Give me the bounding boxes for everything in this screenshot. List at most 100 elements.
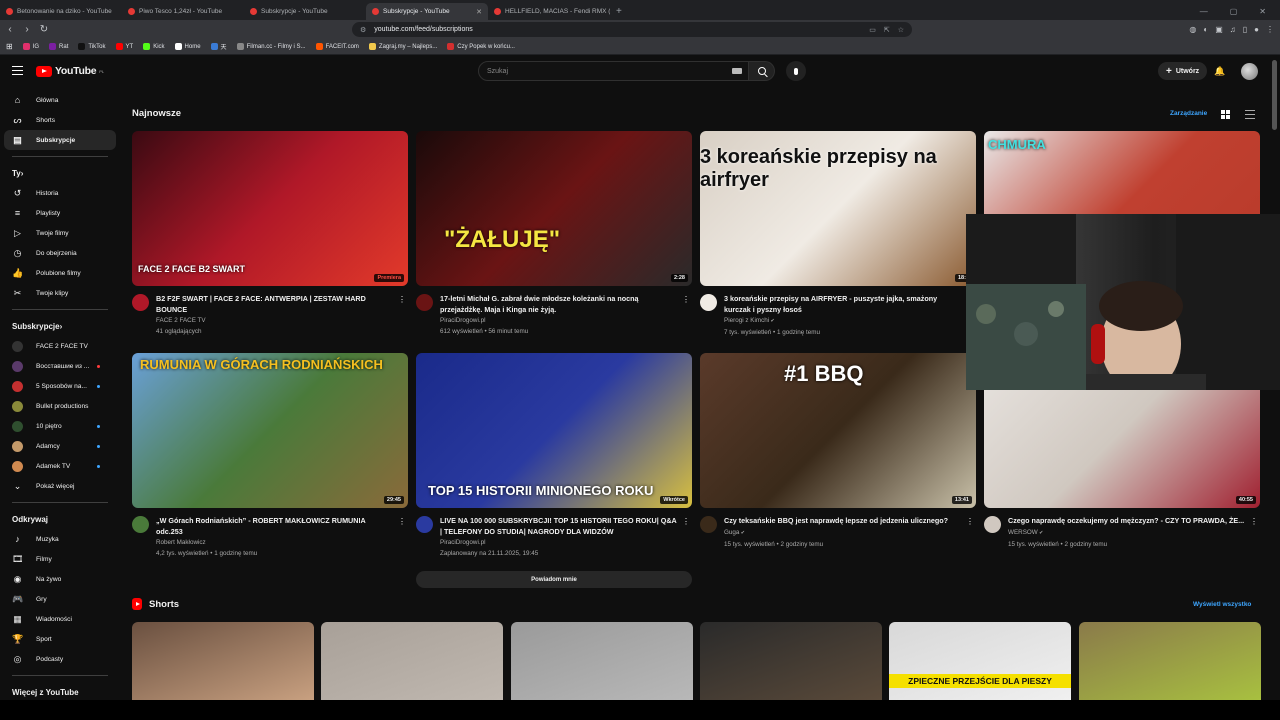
video-card[interactable]: RUMUNIA W GÓRACH RODNIAŃSKICH 29:45 „W Gór… [132, 353, 408, 559]
channel-avatar[interactable] [416, 294, 433, 311]
short-thumbnail[interactable] [321, 622, 503, 700]
channel-name[interactable]: PiraciDrogowi.pl [440, 537, 678, 548]
bookmark-item[interactable]: TikTok [78, 43, 106, 50]
video-title[interactable]: B2 F2F SWART | FACE 2 FACE: ANTWERPIA | … [156, 294, 394, 315]
list-view-icon[interactable] [1245, 110, 1255, 119]
channel-name-text[interactable]: Robert Makłowicz [156, 539, 206, 546]
more-actions-icon[interactable]: ⋮ [966, 517, 974, 526]
channel-name-text[interactable]: Pierogi z Kimchi [724, 317, 769, 324]
account-avatar[interactable] [1241, 63, 1258, 80]
video-card[interactable]: "ŻAŁUJĘ" 2:28 17-letni Michał G. zabrał dw… [416, 131, 692, 337]
sidebar-item[interactable]: ◉ Na żywo [0, 569, 120, 589]
media-icon[interactable]: ♫ [1230, 25, 1236, 34]
video-thumbnail[interactable]: 3 koreańskie przepisy na airfryer 18:0 [700, 131, 976, 286]
video-thumbnail[interactable]: RUMUNIA W GÓRACH RODNIAŃSKICH 29:45 [132, 353, 408, 508]
sidebar-channel-item[interactable]: Bullet productions [0, 396, 120, 416]
video-title[interactable]: Czego naprawdę oczekujemy od mężczyzn? -… [1008, 516, 1246, 527]
channel-avatar[interactable] [984, 516, 1001, 533]
more-actions-icon[interactable]: ⋮ [398, 517, 406, 526]
video-title[interactable]: 3 koreańskie przepisy na AIRFRYER - pusz… [724, 294, 962, 315]
channel-avatar[interactable] [700, 516, 717, 533]
video-thumbnail[interactable]: "ŻAŁUJĘ" 2:28 [416, 131, 692, 286]
sidebar-item[interactable]: ᔕ Shorts [0, 110, 120, 130]
bookmark-item[interactable]: Czy Popek w końcu... [447, 43, 515, 50]
sidebar-channel-item[interactable]: 5 Sposobów na... [0, 376, 120, 396]
video-card[interactable]: 3 koreańskie przepisy na airfryer 18:0 3 k… [700, 131, 976, 338]
cast-icon[interactable]: ▭ [869, 26, 876, 34]
sidebar-item[interactable]: ⌂ Główna [0, 90, 120, 110]
sidebar-item[interactable]: ↺ Historia [0, 183, 120, 203]
browser-tab[interactable]: HELLFIELD, MACIAS - Fendi RMX (Of [488, 3, 610, 20]
more-actions-icon[interactable]: ⋮ [682, 517, 690, 526]
browser-menu-icon[interactable]: ⋮ [1266, 25, 1274, 34]
more-actions-icon[interactable]: ⋮ [398, 295, 406, 304]
search-button[interactable] [749, 61, 775, 81]
show-more-button[interactable]: ⌄ Pokaż więcej [0, 476, 120, 496]
grid-view-icon[interactable] [1221, 110, 1230, 119]
forward-icon[interactable]: › [20, 24, 34, 35]
channel-name[interactable]: Pierogi z Kimchi ✔ [724, 315, 962, 327]
url-field[interactable]: ⚙ youtube.com/feed/subscriptions ▭ ⇱ ☆ [352, 22, 912, 37]
sidebar-channel-item[interactable]: FACE 2 FACE TV [0, 336, 120, 356]
channel-name[interactable]: Guga ✔ [724, 527, 962, 539]
sidebar-channel-item[interactable]: Восставшие из ... [0, 356, 120, 376]
keyboard-icon[interactable] [732, 68, 742, 74]
sidebar-item[interactable]: ≡ Playlisty [0, 203, 120, 223]
channel-name-text[interactable]: PiraciDrogowi.pl [440, 317, 486, 324]
video-title[interactable]: 17-letni Michał G. zabrał dwie młodsze k… [440, 294, 678, 315]
new-tab-button[interactable]: + [610, 3, 628, 20]
close-window-icon[interactable]: ✕ [1259, 7, 1266, 16]
short-thumbnail[interactable] [700, 622, 882, 700]
video-card[interactable]: #1 BBQ 13:41 Czy teksańskie BBQ jest napra… [700, 353, 976, 550]
bookmark-item[interactable]: Zagraj.my – Najleps... [368, 43, 437, 50]
sidebar-item[interactable]: ▤ Subskrypcje [4, 130, 116, 150]
channel-avatar[interactable] [700, 294, 717, 311]
maximize-icon[interactable]: ▢ [1230, 7, 1238, 16]
sidebar-item[interactable]: ▦ Wiadomości [0, 609, 120, 629]
sidebar-item[interactable]: 🏆 Sport [0, 629, 120, 649]
sidebar-item[interactable]: ▷ Twoje filmy [0, 223, 120, 243]
more-actions-icon[interactable]: ⋮ [682, 295, 690, 304]
page-scrollbar[interactable] [1272, 60, 1277, 130]
bookmark-item[interactable]: FACEIT.com [315, 43, 359, 50]
bookmark-item[interactable]: Filman.cc - Filmy i S... [236, 43, 306, 50]
extension-icon[interactable]: ▣ [1215, 25, 1223, 34]
share-icon[interactable]: ⇱ [884, 26, 890, 34]
channel-name-text[interactable]: FACE 2 FACE TV [156, 317, 206, 324]
sidebar-channel-item[interactable]: 10 piętro [0, 416, 120, 436]
video-title[interactable]: „W Górach Rodniańskich” - ROBERT MAKŁOWI… [156, 516, 394, 537]
channel-name[interactable]: Robert Makłowicz [156, 537, 394, 548]
video-title[interactable]: LIVE NA 100 000 SUBSKRYBCJI! TOP 15 HIST… [440, 516, 678, 537]
bookmark-item[interactable]: Home [174, 43, 201, 50]
sidebar-item[interactable]: ♪ Muzyka [0, 529, 120, 549]
browser-tab[interactable]: Piwo Tesco 1,24zł - YouTube [122, 3, 244, 20]
video-thumbnail[interactable]: #1 BBQ 13:41 [700, 353, 976, 508]
sidebar-subscriptions-heading[interactable]: Subskrypcje › [0, 316, 120, 336]
minimize-icon[interactable]: — [1200, 7, 1208, 16]
short-thumbnail[interactable] [132, 622, 314, 700]
sidebar-item[interactable]: ◎ Podcasty [0, 649, 120, 669]
extension-icon[interactable]: ◐ [1203, 25, 1208, 34]
video-card[interactable]: TOP 15 HISTORII MINIONEGO ROKU Wkrótce LIV… [416, 353, 692, 588]
star-icon[interactable]: ☆ [898, 26, 904, 34]
video-thumbnail[interactable]: TOP 15 HISTORII MINIONEGO ROKU Wkrótce [416, 353, 692, 508]
sidebar-item[interactable]: 🎮 Gry [0, 589, 120, 609]
youtube-logo[interactable]: YouTube PL [36, 65, 104, 77]
profile-icon[interactable]: ● [1254, 25, 1259, 34]
notify-me-button[interactable]: Powiadom mnie [416, 571, 692, 588]
bookmark-item[interactable]: Kick [143, 43, 165, 50]
more-actions-icon[interactable]: ⋮ [1250, 517, 1258, 526]
bookmark-item[interactable]: IG [22, 43, 39, 50]
site-info-icon[interactable]: ⚙ [360, 26, 366, 34]
sidepanel-icon[interactable]: ▯ [1243, 25, 1247, 34]
voice-search-button[interactable] [786, 61, 806, 81]
notifications-bell-icon[interactable]: 🔔 [1214, 66, 1225, 76]
sidebar-you-heading[interactable]: Ty › [0, 163, 120, 183]
sidebar-item[interactable]: 🎞 Filmy [0, 549, 120, 569]
channel-name-text[interactable]: WERSOW [1008, 529, 1038, 536]
back-icon[interactable]: ‹ [3, 24, 17, 35]
close-tab-icon[interactable]: ✕ [476, 8, 482, 16]
search-input[interactable]: Szukaj [478, 61, 749, 81]
create-button[interactable]: + Utwórz [1158, 62, 1208, 80]
channel-name[interactable]: FACE 2 FACE TV [156, 315, 394, 326]
